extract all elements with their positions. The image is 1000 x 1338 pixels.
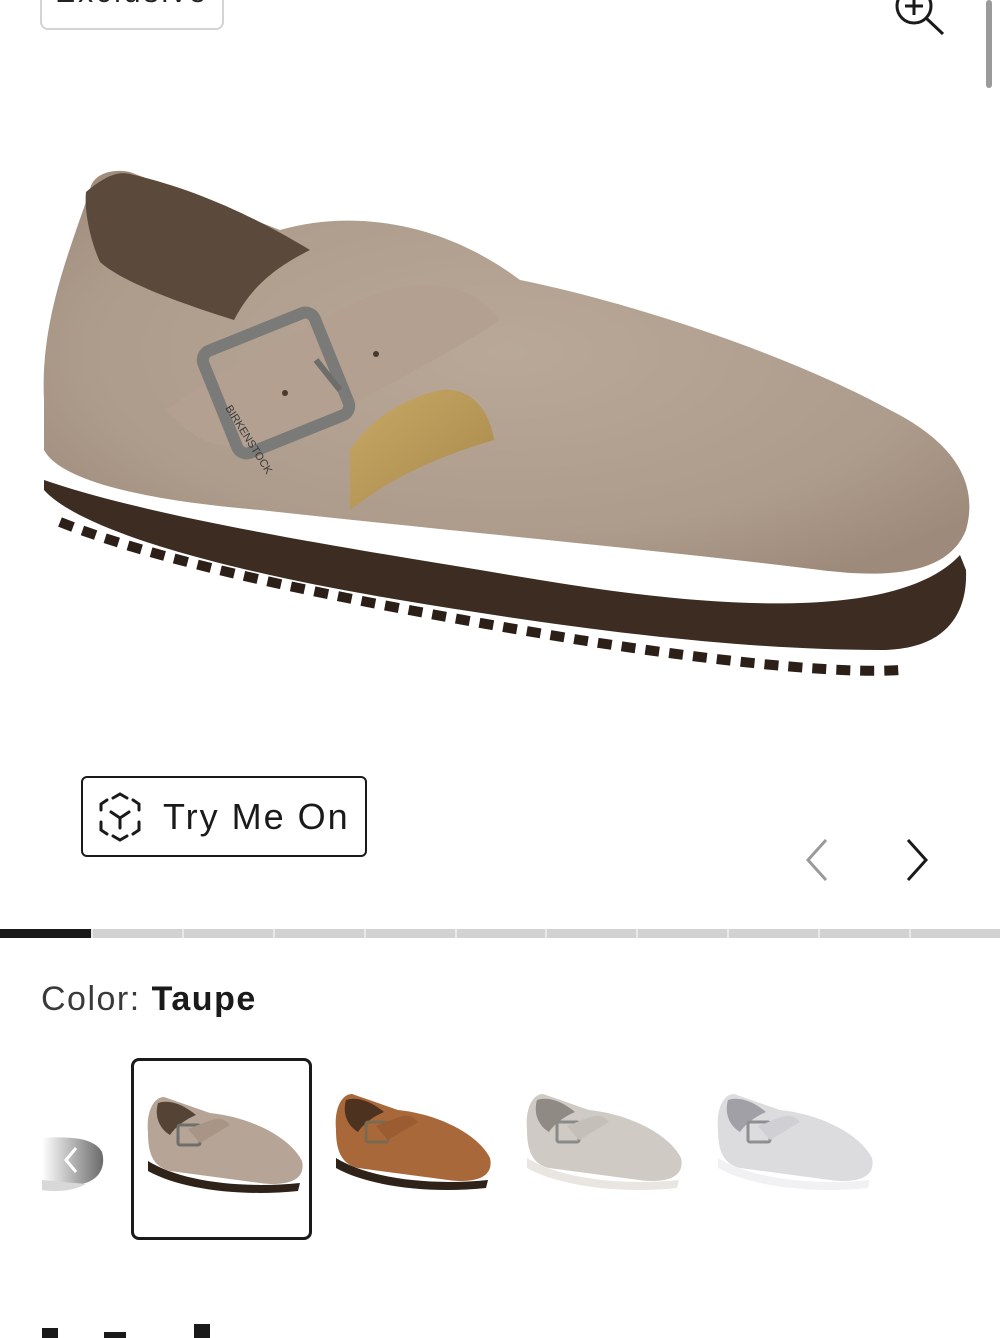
gallery-progress-fill xyxy=(0,929,91,938)
gallery-progress-divider xyxy=(636,929,639,938)
gallery-progress-divider xyxy=(727,929,730,938)
gallery-progress-divider xyxy=(272,929,275,938)
color-label-value: Taupe xyxy=(151,980,257,1018)
augmented-reality-icon xyxy=(99,791,141,842)
color-swatch-tea[interactable] xyxy=(322,1058,503,1240)
color-swatch-light-grey[interactable] xyxy=(704,1058,885,1240)
chevron-left-icon[interactable] xyxy=(788,830,848,890)
swatch-shoe-image xyxy=(335,1094,491,1190)
swatch-shoe-image xyxy=(526,1094,682,1190)
product-hero-image: BIRKENSTOCK xyxy=(43,170,970,676)
exclusive-badge-label: Exclusive xyxy=(55,0,209,9)
gallery-progress-divider xyxy=(909,929,912,938)
swatch-shoe-image xyxy=(717,1094,873,1190)
color-selector-label: Color: Taupe xyxy=(41,980,257,1019)
gallery-progress-divider xyxy=(181,929,184,938)
color-swatch-list xyxy=(0,1058,1000,1242)
gallery-progress-divider xyxy=(363,929,366,938)
zoom-in-icon[interactable] xyxy=(888,0,948,42)
color-swatch-taupe[interactable] xyxy=(131,1058,312,1240)
color-label-key: Color: xyxy=(41,980,141,1018)
gallery-progress-divider xyxy=(454,929,457,938)
gallery-progress-bar[interactable] xyxy=(0,929,1000,938)
swatch-shoe-image xyxy=(147,1097,303,1193)
chevron-right-icon[interactable] xyxy=(888,830,948,890)
gallery-progress-divider xyxy=(90,929,93,938)
try-me-on-button[interactable]: Try Me On xyxy=(81,776,367,857)
color-swatch-stone[interactable] xyxy=(513,1058,694,1240)
product-title-partial xyxy=(42,1324,210,1338)
page-scrollbar[interactable] xyxy=(986,0,992,88)
try-me-on-label: Try Me On xyxy=(163,795,350,837)
exclusive-badge: Exclusive xyxy=(40,0,224,30)
gallery-progress-divider xyxy=(818,929,821,938)
gallery-progress-divider xyxy=(545,929,548,938)
